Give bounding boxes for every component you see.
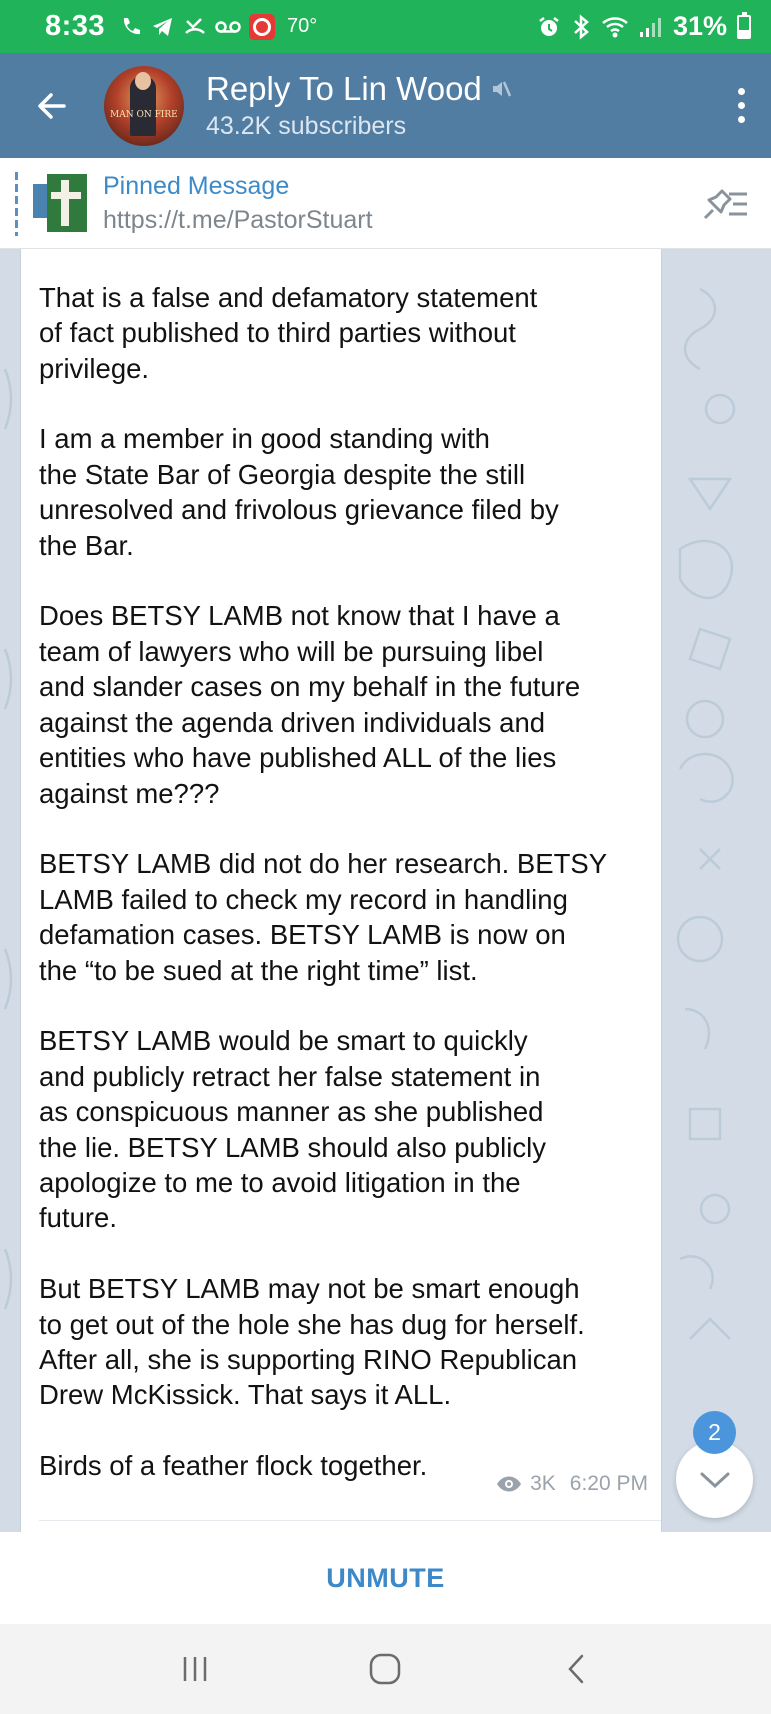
unread-count-badge: 2 — [693, 1411, 736, 1454]
system-icons: 31% — [537, 11, 751, 42]
channel-avatar[interactable]: MAN ON FIRE — [104, 65, 184, 146]
pinned-title: Pinned Message — [103, 171, 290, 200]
pinned-message-bar[interactable]: Pinned Message https://t.me/PastorStuart — [0, 158, 771, 249]
status-time: 8:33 — [45, 10, 106, 42]
back-button[interactable] — [0, 53, 104, 158]
pin-list-icon — [703, 189, 747, 220]
bubble-divider — [39, 1520, 661, 1521]
message-meta: 3K 6:20 PM — [496, 1472, 648, 1496]
channel-title-row: Reply To Lin Wood — [206, 70, 711, 108]
view-count: 3K — [530, 1472, 556, 1495]
bottom-action-bar: UNMUTE — [0, 1532, 771, 1624]
more-vertical-icon-dot — [737, 102, 745, 109]
signal-icon — [639, 17, 661, 37]
pinned-text: Pinned Message https://t.me/PastorStuart — [103, 172, 373, 235]
wifi-calling-icon — [123, 17, 141, 34]
pinned-list-button[interactable] — [699, 184, 751, 224]
message-bubble[interactable]: Georgia. That is a false and defamatory … — [20, 249, 662, 1532]
battery-percent: 31% — [672, 11, 727, 41]
chat-area[interactable]: Georgia. That is a false and defamatory … — [0, 249, 771, 1532]
pinned-indicator — [15, 172, 18, 236]
recent-apps-icon — [183, 1657, 207, 1681]
home-icon — [370, 1653, 401, 1685]
message-time: 6:20 PM — [569, 1472, 648, 1495]
bluetooth-icon — [574, 13, 589, 40]
more-options-button[interactable] — [711, 53, 771, 158]
home-button[interactable] — [345, 1639, 425, 1699]
status-temperature: 70° — [287, 15, 318, 37]
alarm-icon — [539, 16, 559, 36]
avatar-text: MAN ON FIRE — [110, 109, 178, 120]
notification-icons: 70° — [119, 13, 318, 40]
more-vertical-icon — [737, 88, 745, 95]
recent-apps-button[interactable] — [155, 1639, 235, 1699]
nav-back-button[interactable] — [536, 1639, 616, 1699]
telegram-icon — [153, 17, 173, 36]
unmute-button[interactable]: UNMUTE — [326, 1563, 445, 1594]
pinned-url: https://t.me/PastorStuart — [103, 205, 373, 234]
voicemail-icon — [215, 20, 241, 33]
weather-app-icon — [249, 13, 276, 40]
muted-speaker-icon — [492, 81, 511, 97]
subscriber-count: 43.2K subscribers — [206, 112, 407, 140]
status-bar: 8:33 70° 31% — [0, 0, 771, 53]
chevron-left-icon — [568, 1654, 584, 1684]
pinned-thumbnail — [33, 174, 87, 232]
channel-header: MAN ON FIRE Reply To Lin Wood 43.2K subs… — [0, 53, 771, 158]
channel-title: Reply To Lin Wood — [206, 70, 482, 107]
arrow-left-icon — [38, 92, 66, 119]
eye-icon — [497, 1476, 522, 1492]
missed-call-icon — [185, 17, 205, 34]
avatar-head — [135, 71, 151, 90]
system-nav-bar — [0, 1624, 771, 1714]
wifi-icon — [602, 16, 628, 37]
channel-info[interactable]: Reply To Lin Wood 43.2K subscribers — [206, 70, 711, 141]
chevron-down-icon — [700, 1472, 729, 1488]
more-vertical-icon-dot — [737, 116, 745, 123]
battery-icon — [737, 11, 751, 39]
message-text: Georgia. That is a false and defamatory … — [39, 281, 608, 1482]
